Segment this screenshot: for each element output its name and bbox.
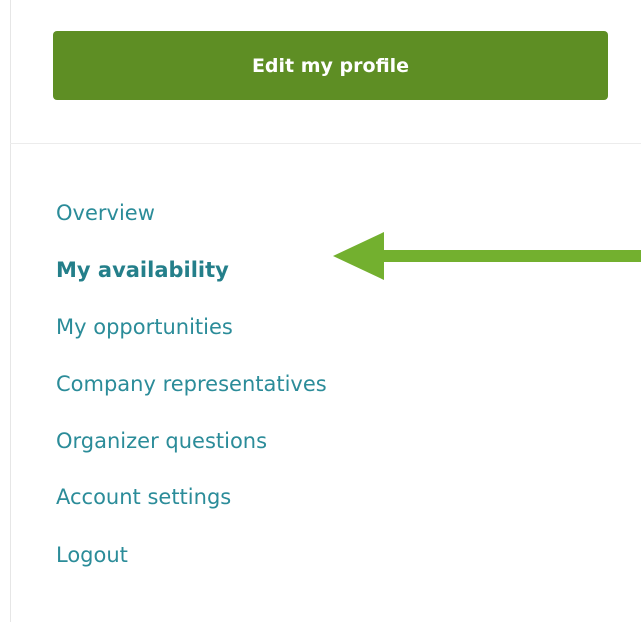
nav-item-my-opportunities[interactable]: My opportunities bbox=[56, 314, 233, 340]
nav-item-overview[interactable]: Overview bbox=[56, 200, 155, 226]
left-arrow-icon bbox=[333, 232, 641, 280]
nav-item-organizer-questions[interactable]: Organizer questions bbox=[56, 428, 267, 454]
sidebar-nav: Overview My availability My opportunitie… bbox=[0, 0, 641, 622]
nav-item-logout[interactable]: Logout bbox=[56, 542, 128, 568]
nav-item-my-availability[interactable]: My availability bbox=[56, 257, 229, 283]
nav-item-account-settings[interactable]: Account settings bbox=[56, 484, 231, 510]
annotation-arrow-shape bbox=[333, 232, 641, 280]
nav-item-company-representatives[interactable]: Company representatives bbox=[56, 371, 327, 397]
profile-sidebar-panel: Edit my profile Overview My availability… bbox=[0, 0, 641, 622]
